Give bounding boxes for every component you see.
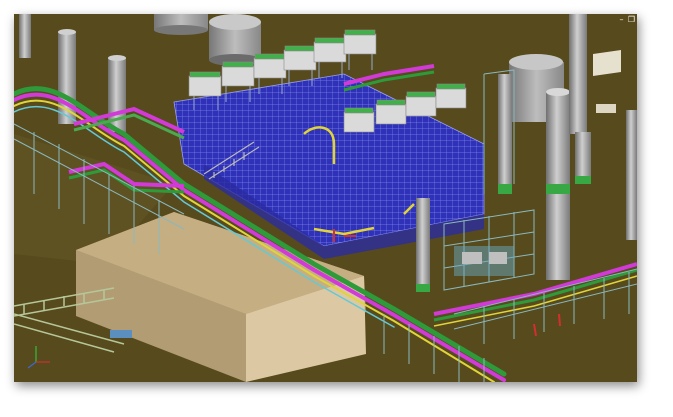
distillation-column xyxy=(546,88,570,280)
plant-model-render[interactable] xyxy=(14,14,637,382)
separator-vessel xyxy=(416,198,430,292)
column-top-left xyxy=(19,14,31,58)
restore-button[interactable]: ❐ xyxy=(627,15,636,24)
process-skid xyxy=(454,246,514,276)
small-sign xyxy=(596,104,616,113)
3d-viewport[interactable]: – ❐ xyxy=(14,14,637,382)
building-sign xyxy=(593,50,621,76)
conveyor-transfer xyxy=(110,330,132,338)
column-right-edge xyxy=(626,110,637,240)
column-mid xyxy=(498,74,512,194)
storage-tank-small xyxy=(154,14,208,35)
storage-tank xyxy=(209,14,261,66)
minimize-button[interactable]: – xyxy=(617,15,626,24)
